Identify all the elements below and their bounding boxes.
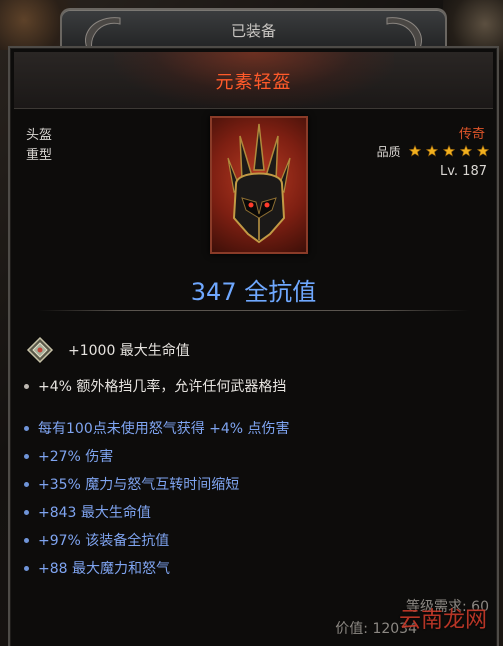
bullet-icon xyxy=(24,425,29,431)
item-tooltip-screen: 已装备 元素轻盔 头盔 重型 传奇 品质 Lv. 187 347 全抗值 +10… xyxy=(0,0,503,646)
item-slot: 头盔 xyxy=(26,128,53,143)
bullet-icon xyxy=(24,383,29,389)
item-rarity: 传奇 xyxy=(458,127,485,142)
equipped-tab-header[interactable]: 已装备 xyxy=(60,8,447,59)
item-panel: 元素轻盔 头盔 重型 传奇 品质 Lv. 187 347 全抗值 +1000 最… xyxy=(8,46,499,646)
affix-line: +35% 魔力与怒气互转时间缩短 xyxy=(24,474,239,494)
helmet-icon xyxy=(227,123,291,244)
affix-line: +88 最大魔力和怒气 xyxy=(24,558,170,578)
tab-label: 已装备 xyxy=(230,22,276,40)
affix-line: +843 最大生命值 xyxy=(24,502,151,522)
divider xyxy=(38,310,469,311)
bullet-icon xyxy=(24,509,29,515)
item-weight-class: 重型 xyxy=(26,148,53,163)
quality-stars xyxy=(408,142,489,161)
affix-text: +4% 额外格挡几率，允许任何武器格挡 xyxy=(38,379,287,395)
socket-gem-row: +1000 最大生命值 xyxy=(26,336,190,364)
watermark: 云南龙网 xyxy=(398,608,487,633)
star-icon xyxy=(408,145,421,157)
item-name: 元素轻盔 xyxy=(215,72,292,93)
item-title-bar: 元素轻盔 xyxy=(14,52,493,109)
affix-text: +27% 伤害 xyxy=(38,449,114,465)
star-icon xyxy=(425,145,438,157)
bullet-icon xyxy=(24,537,29,543)
affix-text: +97% 该装备全抗值 xyxy=(38,533,170,549)
gem-icon[interactable] xyxy=(26,336,54,364)
armor-value: 347 全抗值 xyxy=(190,278,317,306)
star-icon xyxy=(442,145,455,157)
quality-label: 品质 xyxy=(376,145,401,159)
bullet-icon xyxy=(24,565,29,571)
affix-text: +843 最大生命值 xyxy=(38,505,151,521)
affix-text: +35% 魔力与怒气互转时间缩短 xyxy=(38,477,240,493)
affix-line: +97% 该装备全抗值 xyxy=(24,530,169,550)
star-icon xyxy=(477,145,489,157)
affix-text: +88 最大魔力和怒气 xyxy=(38,561,170,577)
affix-line: 每有100点未使用怒气获得 +4% 点伤害 xyxy=(24,418,290,438)
bullet-icon xyxy=(24,481,29,487)
item-icon-frame xyxy=(210,116,308,254)
affix-line: +27% 伤害 xyxy=(24,446,113,466)
item-level: Lv. 187 xyxy=(439,164,487,179)
gem-stat-text: +1000 最大生命值 xyxy=(68,343,190,359)
affix-text: 每有100点未使用怒气获得 +4% 点伤害 xyxy=(38,421,290,437)
quality-row: 品质 xyxy=(377,142,489,161)
affix-line: +4% 额外格挡几率，允许任何武器格挡 xyxy=(24,376,286,396)
star-icon xyxy=(459,145,472,157)
bullet-icon xyxy=(24,453,29,459)
